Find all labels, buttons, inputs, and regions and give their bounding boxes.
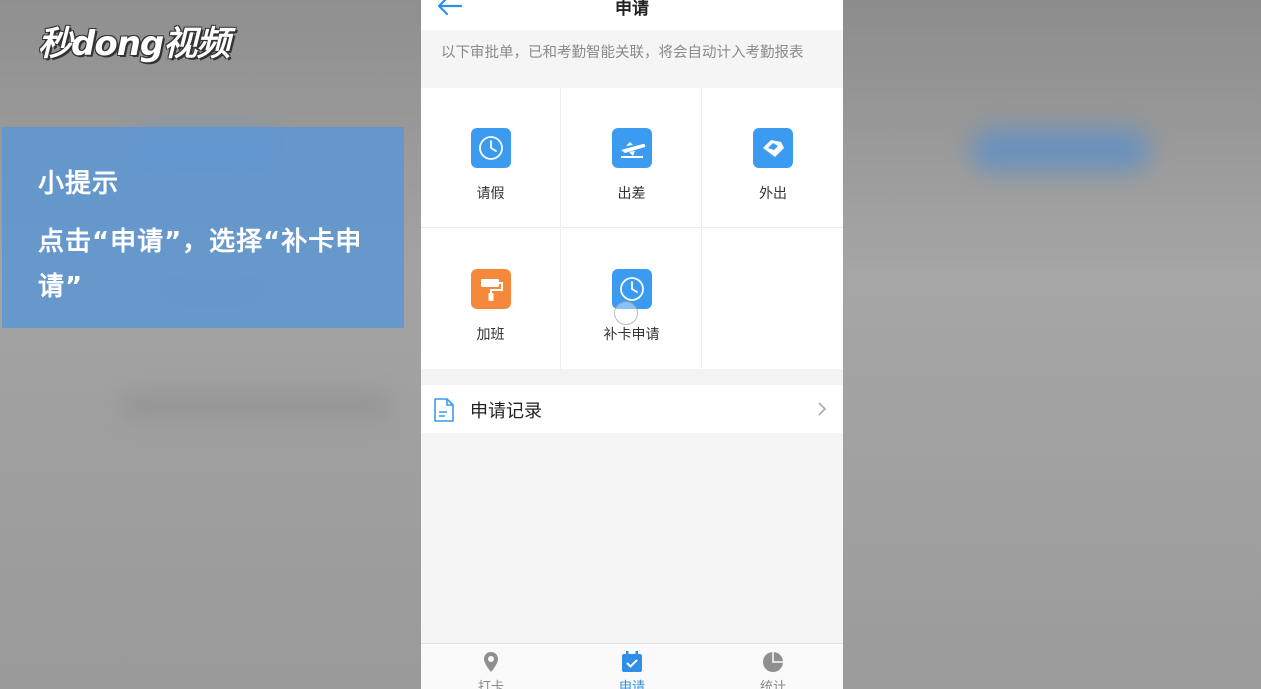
page-title: 申请 xyxy=(615,0,649,19)
airplane-icon xyxy=(612,128,652,168)
apply-item-label: 加班 xyxy=(476,327,505,343)
blurred-background-right xyxy=(843,0,1261,689)
tab-label: 申请 xyxy=(618,680,645,689)
blurred-background-left xyxy=(0,0,421,689)
tip-body: 点击“申请”，选择“补卡申请” xyxy=(38,227,363,302)
apply-item-label: 外出 xyxy=(759,186,787,202)
pie-chart-icon xyxy=(763,652,783,672)
tab-label: 打卡 xyxy=(477,680,504,689)
chevron-right-icon xyxy=(818,402,827,416)
apply-item-empty xyxy=(703,229,843,369)
apply-item-label: 补卡申请 xyxy=(603,327,660,343)
apply-item-missed-punch[interactable]: 补卡申请 xyxy=(562,229,702,369)
watermark-logo: 秒dong视频 xyxy=(38,24,230,64)
apply-item-leave[interactable]: 请假 xyxy=(421,88,561,228)
apply-item-go-out[interactable]: 外出 xyxy=(703,88,843,228)
apply-records-row[interactable]: 申请记录 xyxy=(421,385,843,433)
notice-text: 以下审批单，已和考勤智能关联，将会自动计入考勤报表 xyxy=(441,45,804,61)
paint-roller-icon xyxy=(471,269,511,309)
apply-records-label: 申请记录 xyxy=(470,401,542,422)
tab-statistics[interactable]: 统计 xyxy=(703,644,843,689)
blurred-shape xyxy=(120,395,390,417)
tab-punch[interactable]: 打卡 xyxy=(421,644,561,689)
apply-item-business-trip[interactable]: 出差 xyxy=(562,88,702,228)
calendar-check-icon xyxy=(622,651,642,672)
clock-icon xyxy=(471,128,511,168)
tab-label: 统计 xyxy=(759,680,786,689)
location-pin-icon xyxy=(484,652,498,672)
apply-item-overtime[interactable]: 加班 xyxy=(421,229,561,369)
phone-screen: 申请 以下审批单，已和考勤智能关联，将会自动计入考勤报表 请假 出差 外出 加班… xyxy=(421,0,843,689)
tab-apply[interactable]: 申请 xyxy=(562,644,702,689)
tip-title: 小提示 xyxy=(38,169,120,199)
tip-overlay: 小提示 点击“申请”，选择“补卡申请” xyxy=(2,127,404,328)
handshake-icon xyxy=(753,128,793,168)
blurred-shape xyxy=(970,128,1150,172)
nav-header: 申请 xyxy=(421,0,843,30)
section-divider xyxy=(421,369,843,385)
bottom-tab-bar: 打卡 申请 统计 xyxy=(421,643,843,689)
tap-indicator xyxy=(614,301,638,325)
apply-item-label: 出差 xyxy=(617,186,646,202)
apply-item-label: 请假 xyxy=(476,186,505,202)
apply-grid: 请假 出差 外出 加班 补卡申请 xyxy=(421,88,843,369)
document-icon xyxy=(434,398,454,422)
